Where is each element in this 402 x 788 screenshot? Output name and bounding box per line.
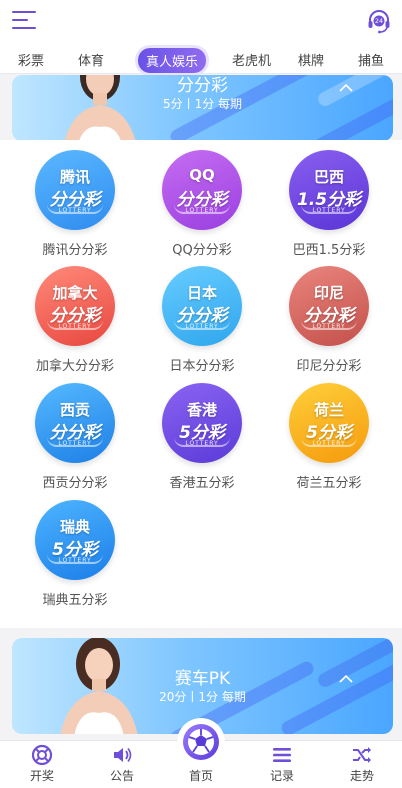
customer-service-icon[interactable]: 24 — [366, 8, 392, 34]
game-logo-line3: LOTTERY — [185, 323, 219, 330]
tab-lottery[interactable]: 彩票 — [18, 50, 44, 69]
home-ball-icon[interactable] — [181, 722, 221, 762]
nav-records[interactable]: 记录 — [252, 741, 312, 788]
banner-bottom-title: 赛车PK — [174, 669, 231, 689]
game-logo-line3: LOTTERY — [312, 323, 346, 330]
nav-draw[interactable]: 开奖 — [12, 741, 72, 788]
game-item[interactable]: 日本 分分彩 LOTTERY 日本分分彩 — [137, 266, 267, 374]
nav-draw-label: 开奖 — [29, 769, 54, 783]
nav-trend-label: 走势 — [349, 769, 374, 783]
shuffle-icon — [353, 747, 371, 763]
game-logo-line3: LOTTERY — [58, 440, 92, 447]
game-name: 加拿大分分彩 — [35, 359, 114, 374]
game-name: 香港五分彩 — [169, 476, 235, 491]
list-icon — [273, 748, 291, 762]
game-logo-line3: LOTTERY — [185, 440, 219, 447]
banner-bottom-subtitle: 20分丨1分 每期 — [159, 690, 246, 704]
nav-home-label: 首页 — [188, 769, 213, 783]
game-logo-line3: LOTTERY — [312, 207, 346, 214]
game-name: 西贡分分彩 — [42, 476, 108, 491]
menu-icon[interactable] — [12, 10, 36, 30]
game-item[interactable]: 瑞典 5分彩 LOTTERY 瑞典五分彩 — [10, 500, 140, 608]
game-logo-line1: 印尼 — [313, 284, 344, 302]
collapse-chevron-icon[interactable] — [337, 79, 355, 97]
game-logo: 荷兰 5分彩 LOTTERY — [289, 383, 369, 463]
tab-live-casino[interactable]: 真人娱乐 — [138, 48, 207, 73]
game-logo: 印尼 分分彩 LOTTERY — [289, 266, 369, 346]
game-item[interactable]: QQ 分分彩 LOTTERY QQ分分彩 — [137, 150, 267, 258]
collapse-chevron-icon[interactable] — [337, 670, 355, 688]
banner-top-title: 分分彩 — [177, 76, 228, 96]
top-bar: 24 — [0, 0, 402, 44]
game-logo-line1: 香港 — [186, 401, 217, 419]
game-logo: QQ 分分彩 LOTTERY — [162, 150, 242, 230]
game-name: 荷兰五分彩 — [296, 476, 362, 491]
game-item[interactable]: 巴西 1.5分彩 LOTTERY 巴西1.5分彩 — [264, 150, 394, 258]
game-logo: 加拿大 分分彩 LOTTERY — [35, 266, 115, 346]
speaker-icon — [114, 748, 132, 762]
game-item[interactable]: 香港 5分彩 LOTTERY 香港五分彩 — [137, 383, 267, 491]
game-item[interactable]: 荷兰 5分彩 LOTTERY 荷兰五分彩 — [264, 383, 394, 491]
game-item[interactable]: 印尼 分分彩 LOTTERY 印尼分分彩 — [264, 266, 394, 374]
game-name: 日本分分彩 — [169, 359, 235, 374]
game-logo-line1: 巴西 — [313, 168, 344, 186]
tab-sports[interactable]: 体育 — [78, 50, 104, 69]
game-logo-line3: LOTTERY — [312, 440, 346, 447]
game-logo: 腾讯 分分彩 LOTTERY — [35, 150, 115, 230]
game-item[interactable]: 腾讯 分分彩 LOTTERY 腾讯分分彩 — [10, 150, 140, 258]
game-logo: 瑞典 5分彩 LOTTERY — [35, 500, 115, 580]
nav-notice-label: 公告 — [109, 769, 134, 783]
game-logo: 西贡 分分彩 LOTTERY — [35, 383, 115, 463]
game-logo-line1: 荷兰 — [313, 401, 344, 419]
game-logo-line3: LOTTERY — [58, 323, 92, 330]
lifebuoy-icon — [31, 744, 53, 766]
tab-chess-cards[interactable]: 棋牌 — [298, 50, 324, 69]
game-item[interactable]: 西贡 分分彩 LOTTERY 西贡分分彩 — [10, 383, 140, 491]
game-logo-line1: 瑞典 — [59, 518, 90, 536]
game-name: 腾讯分分彩 — [42, 243, 108, 258]
game-logo-line3: LOTTERY — [58, 557, 92, 564]
game-logo-line1: 腾讯 — [59, 168, 90, 186]
game-logo: 香港 5分彩 LOTTERY — [162, 383, 242, 463]
game-logo: 日本 分分彩 LOTTERY — [162, 266, 242, 346]
banner-fenfencai[interactable]: 分分彩 5分丨1分 每期 — [12, 75, 393, 141]
game-name: 巴西1.5分彩 — [292, 243, 366, 258]
game-logo-line1: QQ — [189, 166, 215, 184]
nav-trend[interactable]: 走势 — [332, 741, 392, 788]
nav-records-label: 记录 — [269, 769, 294, 783]
game-grid: 腾讯 分分彩 LOTTERY 腾讯分分彩 QQ 分分彩 LOTTERY QQ分分彩 巴西 1.5分… — [0, 140, 402, 628]
tab-fishing[interactable]: 捕鱼 — [358, 50, 384, 69]
game-logo-line1: 日本 — [186, 284, 217, 302]
nav-notice[interactable]: 公告 — [92, 741, 152, 788]
category-tabs: 彩票 体育 真人娱乐 老虎机 棋牌 捕鱼 — [0, 44, 402, 74]
game-logo-line3: LOTTERY — [185, 207, 219, 214]
game-name: 瑞典五分彩 — [42, 593, 108, 608]
tab-slots[interactable]: 老虎机 — [232, 50, 271, 69]
game-name: 印尼分分彩 — [296, 359, 362, 374]
game-item[interactable]: 加拿大 分分彩 LOTTERY 加拿大分分彩 — [10, 266, 140, 374]
game-logo-line1: 西贡 — [59, 401, 90, 419]
game-logo-line3: LOTTERY — [58, 207, 92, 214]
game-logo-line1: 加拿大 — [52, 284, 98, 302]
game-name: QQ分分彩 — [172, 243, 232, 258]
banner-racing-pk[interactable]: 赛车PK 20分丨1分 每期 — [12, 638, 393, 734]
support-badge-text: 24 — [375, 17, 383, 25]
banner-top-subtitle: 5分丨1分 每期 — [162, 97, 243, 111]
game-logo: 巴西 1.5分彩 LOTTERY — [289, 150, 369, 230]
